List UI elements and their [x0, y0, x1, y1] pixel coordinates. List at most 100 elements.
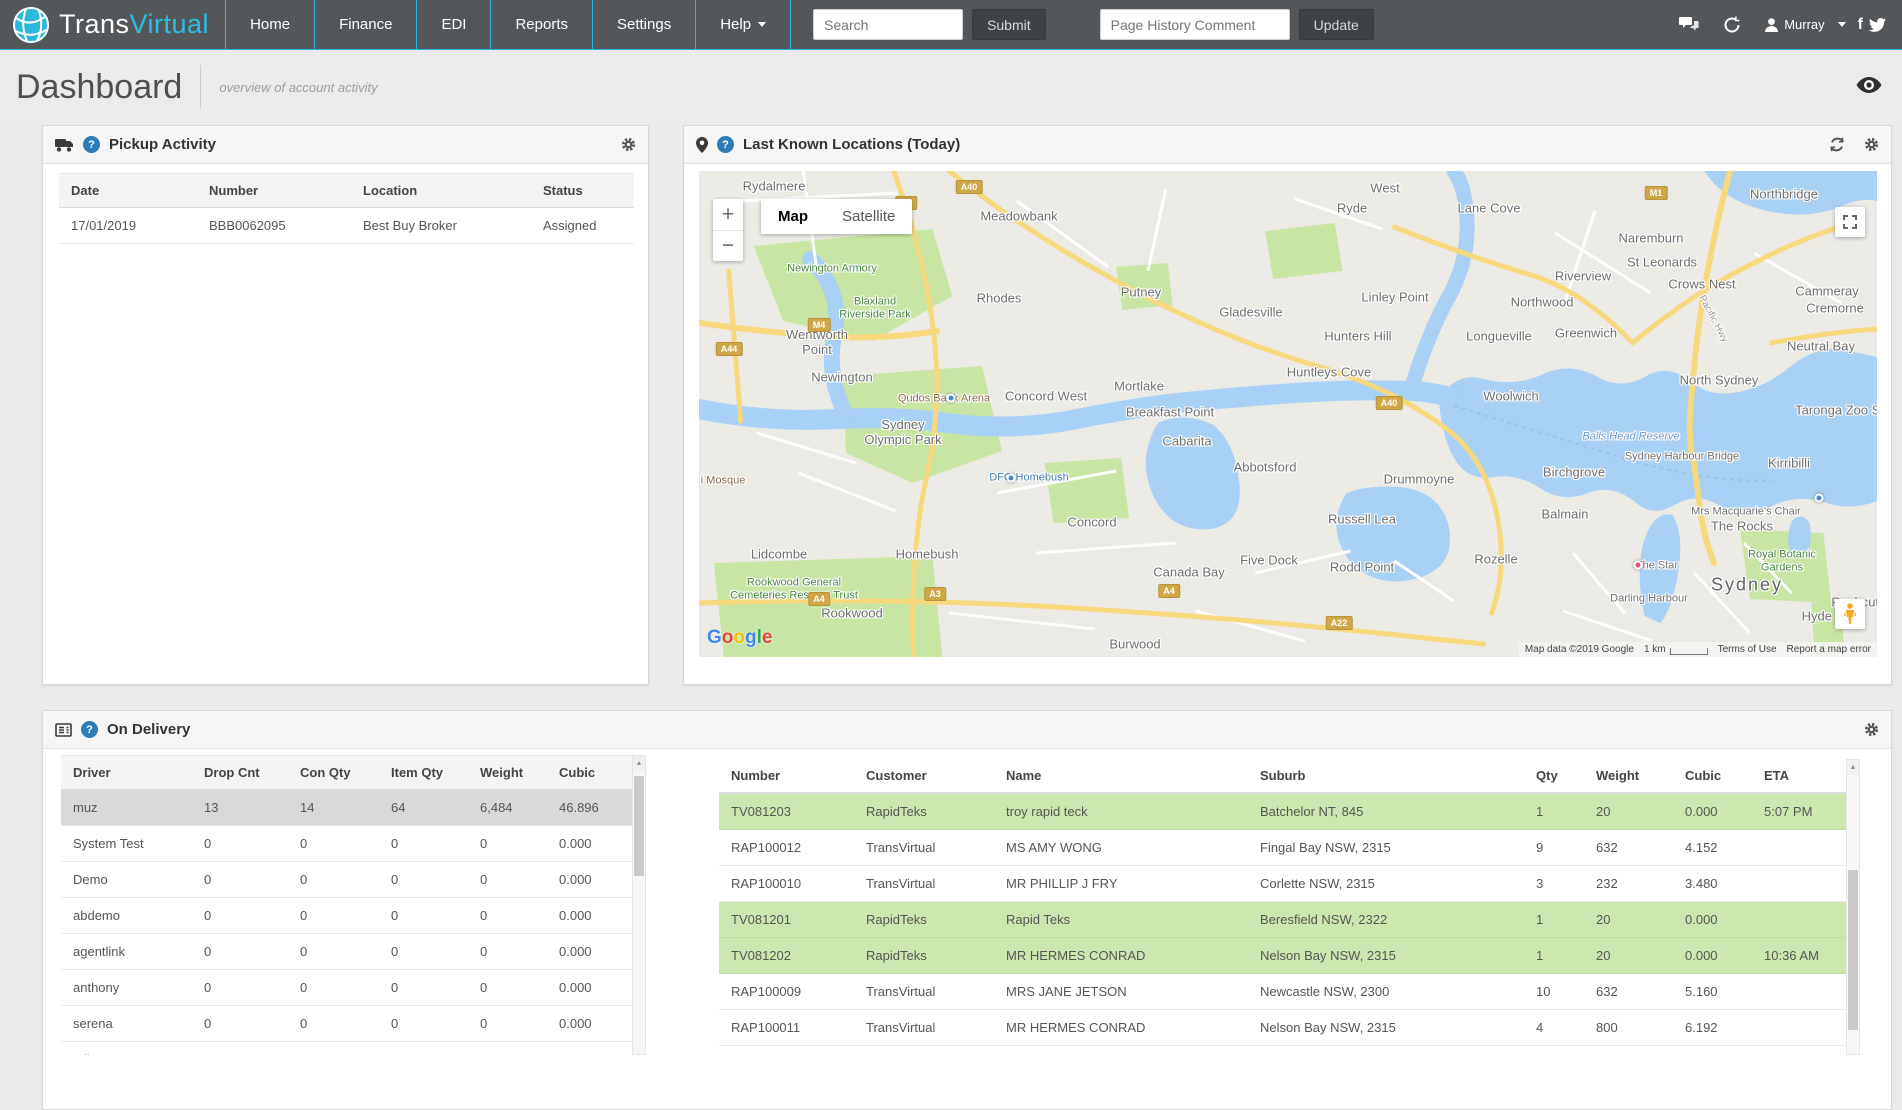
brand-globe-icon [12, 6, 50, 44]
col-con-qty[interactable]: Con Qty [288, 756, 379, 790]
col-qty[interactable]: Qty [1524, 759, 1584, 793]
driver-table-row[interactable]: anthony00000.000 [61, 970, 632, 1006]
driver-table-row[interactable]: mike00000.000 [61, 1042, 632, 1056]
on-delivery-help-icon[interactable]: ? [81, 721, 98, 738]
map-label: Balmain [1542, 508, 1589, 523]
pickup-help-icon[interactable]: ? [83, 136, 100, 153]
col-status[interactable]: Status [531, 174, 634, 208]
consign-table-row[interactable]: RAP100011TransVirtualMR HERMES CONRADNel… [719, 1010, 1846, 1046]
col-location[interactable]: Location [351, 174, 531, 208]
driver-table-row[interactable]: serena00000.000 [61, 1006, 632, 1042]
consign-table-row[interactable]: RAP100009TransVirtualMRS JANE JETSONNewc… [719, 974, 1846, 1010]
col-number[interactable]: Number [197, 174, 351, 208]
map-label: Ryde [1337, 202, 1367, 217]
search-input[interactable] [813, 9, 963, 40]
pickup-table-header-row: DateNumberLocationStatus [59, 174, 634, 208]
map-scale[interactable]: 1 km [1644, 644, 1708, 655]
map-label: Pacific Hwy [1696, 293, 1730, 344]
col-name[interactable]: Name [994, 759, 1248, 793]
list-icon [55, 723, 72, 737]
eye-icon[interactable] [1856, 76, 1882, 99]
map-label: Burwood [1109, 638, 1160, 653]
map-type-map-button[interactable]: Map [761, 199, 825, 234]
nav-item-edi[interactable]: EDI [416, 0, 490, 49]
zoom-out-button[interactable]: − [713, 230, 743, 261]
page-history-comment-input[interactable] [1100, 9, 1290, 40]
on-delivery-settings-gear-icon[interactable] [1864, 722, 1879, 737]
driver-table-row[interactable]: System Test00000.000 [61, 826, 632, 862]
map-settings-gear-icon[interactable] [1864, 137, 1879, 152]
consign-table-row[interactable]: RAP100012TransVirtualMS AMY WONGFingal B… [719, 830, 1846, 866]
map-marker-dot[interactable] [1007, 474, 1016, 483]
map-label: Huntleys Cove [1287, 366, 1372, 381]
chat-icon[interactable] [1679, 16, 1699, 33]
nav-item-help[interactable]: Help [695, 0, 791, 49]
facebook-icon[interactable]: f [1858, 16, 1863, 34]
col-item-qty[interactable]: Item Qty [379, 756, 468, 790]
brand-logo[interactable]: TransVirtual [0, 0, 225, 49]
col-number[interactable]: Number [719, 759, 854, 793]
map-label: St Leonards [1627, 256, 1697, 271]
map-label: Northwood [1511, 296, 1574, 311]
col-eta[interactable]: ETA [1752, 759, 1846, 793]
map-label: Abbotsford [1234, 461, 1297, 476]
user-menu[interactable]: Murray [1765, 17, 1845, 32]
pegman-icon[interactable] [1835, 599, 1865, 629]
col-cubic[interactable]: Cubic [1673, 759, 1752, 793]
consign-table-row[interactable]: TV081202RapidTeksMR HERMES CONRADNelson … [719, 938, 1846, 974]
history-icon[interactable] [1723, 16, 1741, 34]
google-logo[interactable]: Google [707, 627, 772, 649]
nav-item-reports[interactable]: Reports [490, 0, 592, 49]
zoom-in-button[interactable]: + [713, 199, 743, 230]
col-customer[interactable]: Customer [854, 759, 994, 793]
nav-item-finance[interactable]: Finance [314, 0, 416, 49]
map-marker-dot[interactable] [1634, 561, 1643, 570]
update-button[interactable]: Update [1299, 9, 1374, 40]
map-refresh-icon[interactable] [1829, 137, 1845, 152]
consign-table-row[interactable]: TV081203RapidTekstroy rapid teckBatchelo… [719, 793, 1846, 830]
consign-table-row[interactable]: TV081201RapidTeksRapid TeksBeresfield NS… [719, 902, 1846, 938]
map-type-satellite-button[interactable]: Satellite [825, 199, 912, 234]
driver-table-scrollbar[interactable]: ▲ [632, 755, 646, 1055]
map-canvas[interactable]: RydalmereMeadowbankRydeWestLane CoveNort… [699, 171, 1877, 657]
col-driver[interactable]: Driver [61, 756, 192, 790]
col-weight[interactable]: Weight [468, 756, 547, 790]
pickup-activity-panel: ? Pickup Activity DateNumberLocationStat… [42, 125, 649, 685]
road-shield: A40 [1376, 396, 1403, 410]
map-label: Mrs Macquarie's Chair [1691, 506, 1801, 519]
col-weight[interactable]: Weight [1584, 759, 1673, 793]
scroll-up-arrow-icon[interactable]: ▲ [1847, 760, 1859, 775]
map-help-icon[interactable]: ? [717, 136, 734, 153]
map-label: BlaxlandRiverside Park [839, 295, 911, 320]
social-icons: f [1858, 16, 1886, 34]
report-map-error-link[interactable]: Report a map error [1787, 644, 1871, 655]
map-label: Rookwood [821, 607, 882, 622]
col-drop-cnt[interactable]: Drop Cnt [192, 756, 288, 790]
scroll-up-arrow-icon[interactable]: ▲ [633, 756, 645, 771]
map-marker-dot[interactable] [947, 394, 956, 403]
consign-table-row[interactable]: RAP100010TransVirtualMR PHILLIP J FRYCor… [719, 866, 1846, 902]
consignment-table: NumberCustomerNameSuburbQtyWeightCubicET… [719, 759, 1846, 1046]
pickup-panel-title: Pickup Activity [109, 136, 216, 153]
map-marker-dot[interactable] [1815, 494, 1824, 503]
pickup-settings-gear-icon[interactable] [621, 137, 636, 152]
col-cubic[interactable]: Cubic [547, 756, 632, 790]
driver-table-row[interactable]: agentlink00000.000 [61, 934, 632, 970]
col-suburb[interactable]: Suburb [1248, 759, 1524, 793]
road-shield: M1 [1645, 186, 1668, 200]
driver-table-row[interactable]: abdemo00000.000 [61, 898, 632, 934]
consignment-table-scrollbar[interactable]: ▲ [1846, 759, 1860, 1055]
twitter-icon[interactable] [1869, 18, 1886, 32]
terms-of-use-link[interactable]: Terms of Use [1718, 644, 1777, 655]
pickup-table-row[interactable]: 17/01/2019BBB0062095Best Buy BrokerAssig… [59, 208, 634, 244]
driver-table: DriverDrop CntCon QtyItem QtyWeightCubic… [61, 755, 632, 1055]
nav-item-settings[interactable]: Settings [592, 0, 695, 49]
submit-button[interactable]: Submit [972, 9, 1046, 40]
nav-item-home[interactable]: Home [225, 0, 314, 49]
fullscreen-button[interactable] [1835, 207, 1865, 237]
map-label: Homebush [896, 548, 959, 563]
driver-table-row[interactable]: Demo00000.000 [61, 862, 632, 898]
driver-table-row[interactable]: muz1314646,48446.896 [61, 790, 632, 826]
map-label: Newington Armory [787, 263, 877, 276]
col-date[interactable]: Date [59, 174, 197, 208]
